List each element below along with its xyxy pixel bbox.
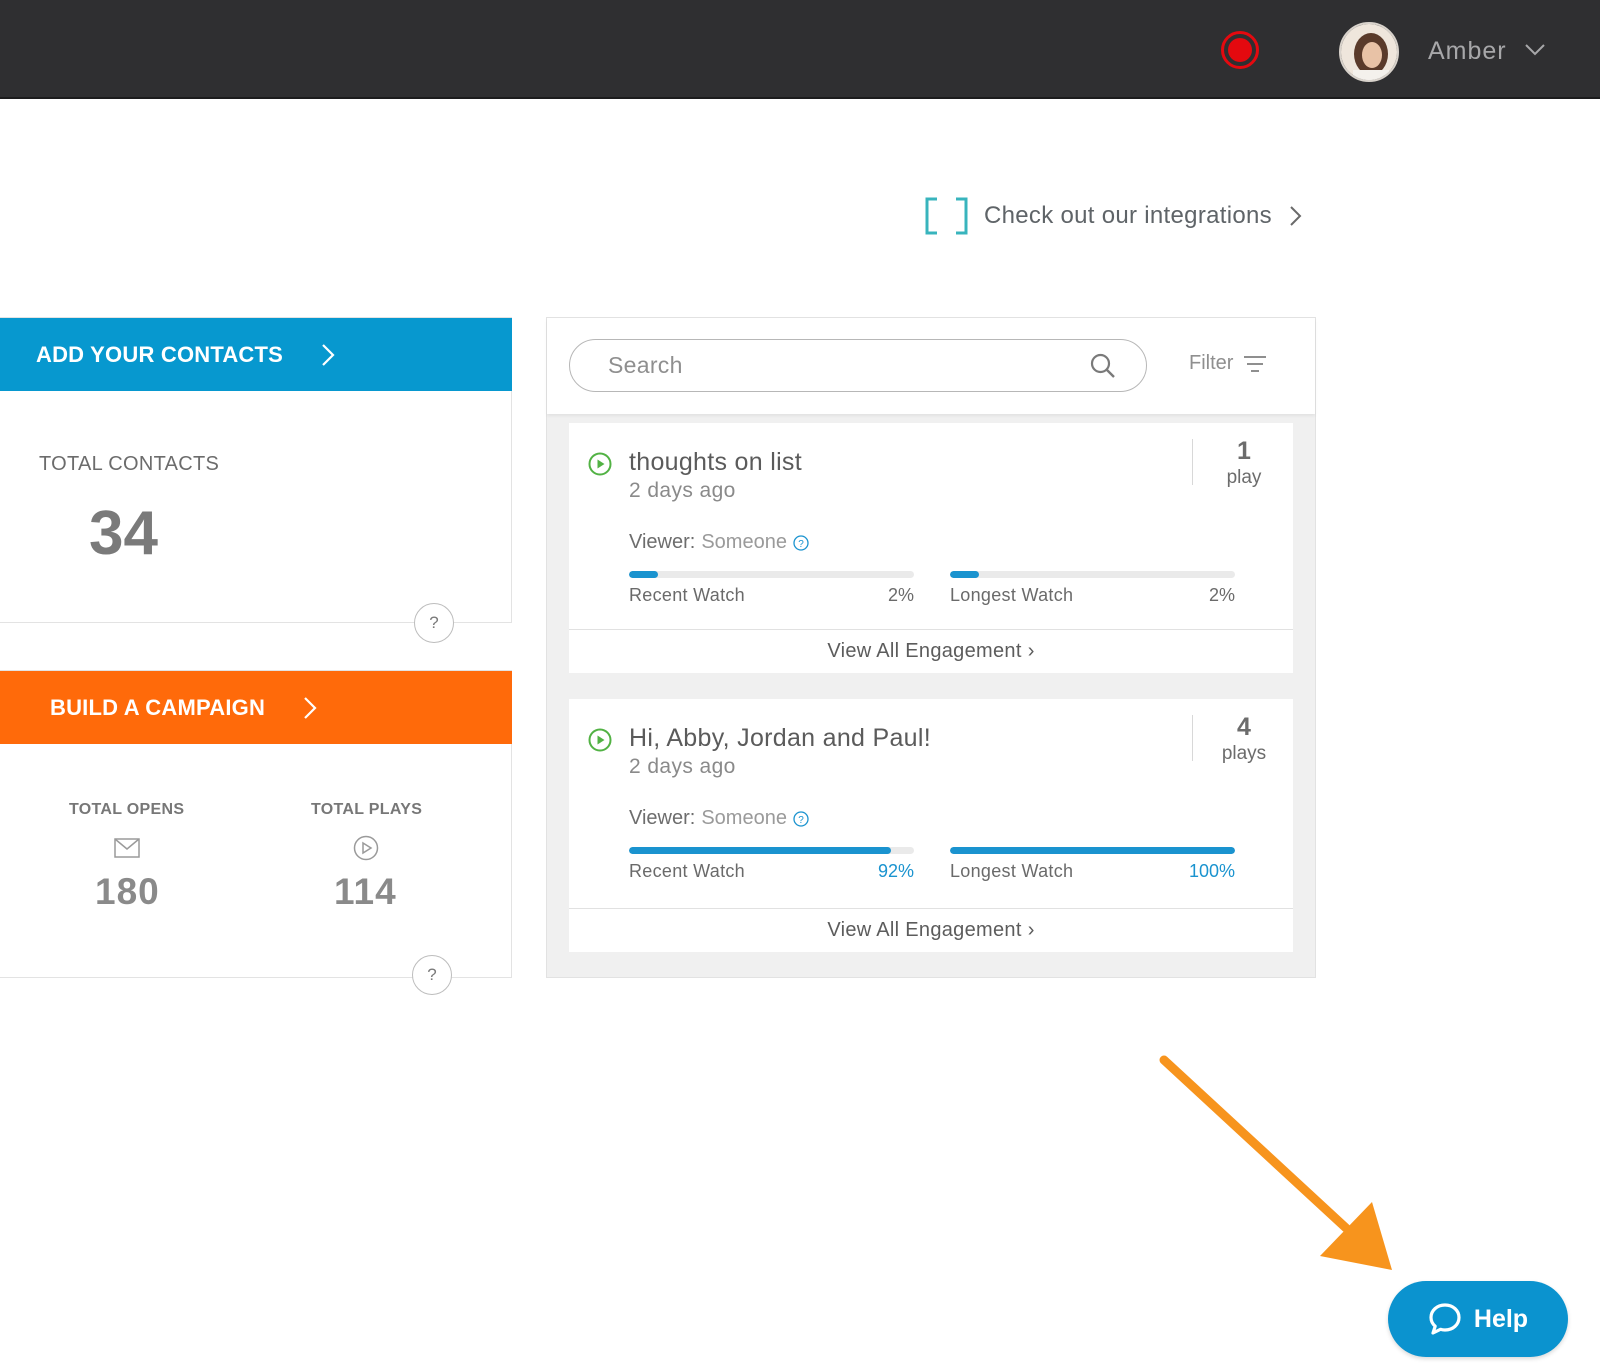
build-campaign-button[interactable]: BUILD A CAMPAIGN [0, 671, 512, 744]
chevron-right-icon: › [1027, 640, 1035, 662]
longest-watch-fill [950, 847, 1235, 854]
view-all-engagement-link[interactable]: View All Engagement › [569, 908, 1293, 952]
view-all-engagement-link[interactable]: View All Engagement › [569, 629, 1293, 673]
total-plays-value: 114 [334, 871, 397, 912]
filter-button[interactable]: Filter [1189, 352, 1267, 375]
filter-icon [1244, 355, 1267, 372]
play-circle-icon [353, 835, 379, 861]
viewer-label: Viewer: [629, 807, 696, 829]
longest-watch-fill [950, 571, 979, 578]
chevron-right-icon [1290, 206, 1302, 226]
chevron-down-icon[interactable] [1524, 42, 1546, 58]
total-contacts-value: 34 [89, 499, 158, 568]
recent-watch-label: Recent Watch [629, 861, 745, 881]
video-title[interactable]: thoughts on list [629, 448, 802, 477]
videos-panel: Search Filter thoughts on list 2 days ag… [546, 317, 1316, 978]
recent-watch-percent: 92% [877, 861, 914, 881]
video-date: 2 days ago [629, 755, 736, 778]
recent-watch-bar [629, 847, 914, 854]
record-button[interactable] [1221, 31, 1259, 69]
filter-label: Filter [1189, 352, 1234, 374]
recent-watch-label: Recent Watch [629, 585, 745, 605]
integrations-icon [925, 197, 968, 235]
recent-watch-percent: 2% [887, 585, 914, 605]
add-contacts-button[interactable]: ADD YOUR CONTACTS [0, 318, 512, 391]
total-plays-label: TOTAL PLAYS [311, 801, 423, 818]
viewer-label: Viewer: [629, 531, 696, 553]
chevron-right-icon [304, 696, 317, 719]
play-icon[interactable] [588, 452, 612, 476]
integrations-link[interactable]: Check out our integrations [925, 196, 1302, 236]
user-name[interactable]: Amber [1428, 37, 1507, 66]
viewer-name: Someone [701, 807, 787, 829]
video-card: thoughts on list 2 days ago 1 play Viewe… [569, 423, 1293, 673]
view-all-label: View All Engagement [827, 919, 1022, 941]
search-placeholder: Search [608, 352, 683, 378]
view-all-label: View All Engagement [827, 640, 1022, 662]
campaign-help-button[interactable]: ? [412, 955, 452, 995]
svg-text:?: ? [798, 539, 804, 550]
longest-watch-bar [950, 571, 1235, 578]
longest-watch-label: Longest Watch [950, 861, 1074, 881]
video-title[interactable]: Hi, Abby, Jordan and Paul! [629, 724, 931, 753]
panel-header: Search Filter [547, 318, 1315, 414]
divider [1192, 715, 1193, 761]
longest-watch-label: Longest Watch [950, 585, 1074, 605]
svg-text:?: ? [798, 815, 804, 826]
viewer-name: Someone [701, 531, 787, 553]
avatar[interactable] [1339, 22, 1399, 82]
annotation-arrow-icon [1159, 1055, 1392, 1270]
chevron-right-icon [322, 343, 335, 366]
avatar-photo [1341, 24, 1397, 80]
viewer-row: Viewer: Someone ? [629, 531, 809, 554]
chevron-right-icon: › [1027, 919, 1035, 941]
help-button[interactable]: Help [1388, 1281, 1568, 1357]
divider [1192, 439, 1193, 485]
play-count-label: plays [1221, 743, 1267, 764]
viewer-row: Viewer: Someone ? [629, 807, 809, 830]
chat-bubble-icon [1429, 1303, 1461, 1335]
campaign-card: BUILD A CAMPAIGN TOTAL OPENS 180 TOTAL P… [0, 670, 512, 995]
total-contacts-label: TOTAL CONTACTS [39, 453, 220, 475]
total-opens-label: TOTAL OPENS [69, 801, 185, 818]
contacts-card: ADD YOUR CONTACTS TOTAL CONTACTS 34 ? [0, 317, 512, 643]
play-icon[interactable] [588, 728, 612, 752]
integrations-label: Check out our integrations [984, 202, 1272, 229]
play-count: 4 [1237, 713, 1251, 741]
help-label: Help [1473, 1304, 1529, 1333]
top-bar: Amber [0, 0, 1600, 99]
recent-watch-fill [629, 847, 892, 854]
longest-watch-percent: 100% [1188, 861, 1235, 881]
question-icon[interactable]: ? [793, 534, 809, 551]
recent-watch-fill [629, 571, 658, 578]
build-campaign-label: BUILD A CAMPAIGN [50, 694, 266, 720]
recent-watch-bar [629, 571, 914, 578]
longest-watch-percent: 2% [1208, 585, 1235, 605]
longest-watch-bar [950, 847, 1235, 854]
question-icon[interactable]: ? [793, 810, 809, 827]
video-date: 2 days ago [629, 479, 736, 502]
add-contacts-label: ADD YOUR CONTACTS [36, 341, 284, 367]
search-input[interactable]: Search [569, 339, 1147, 392]
play-count-label: play [1226, 467, 1262, 488]
total-opens-value: 180 [95, 871, 160, 912]
video-card: Hi, Abby, Jordan and Paul! 2 days ago 4 … [569, 699, 1293, 952]
contacts-help-button[interactable]: ? [414, 603, 454, 643]
play-count: 1 [1237, 437, 1251, 465]
record-icon [1228, 38, 1252, 62]
search-icon[interactable] [1090, 353, 1116, 379]
envelope-icon [114, 838, 140, 858]
